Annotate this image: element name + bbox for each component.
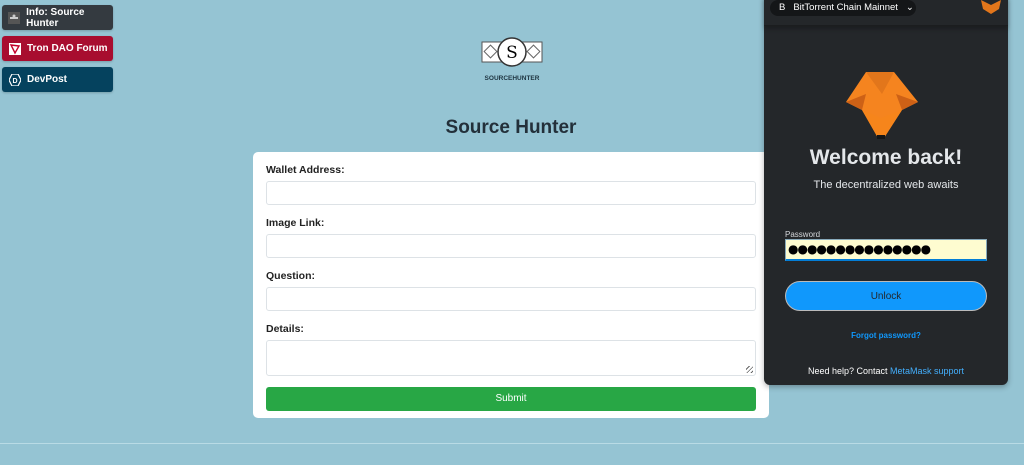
- password-label: Password: [785, 230, 821, 239]
- details-textarea[interactable]: [266, 340, 756, 376]
- metamask-header: B BitTorrent Chain Mainnet ⌄: [764, 0, 1008, 26]
- metamask-popup: B BitTorrent Chain Mainnet ⌄ Welcome bac…: [764, 0, 1008, 385]
- network-selector[interactable]: B BitTorrent Chain Mainnet ⌄: [770, 0, 916, 16]
- svg-text:S: S: [506, 43, 518, 63]
- details-label: Details:: [266, 323, 304, 335]
- info-source-hunter-button[interactable]: Info: Source Hunter: [2, 5, 113, 30]
- chevron-down-icon: ⌄: [905, 2, 914, 13]
- image-link-label: Image Link:: [266, 217, 325, 229]
- question-form: Wallet Address: Image Link: Question: De…: [253, 152, 769, 418]
- info-icon: [8, 11, 21, 24]
- welcome-heading: Welcome back!: [809, 146, 963, 169]
- devpost-label: DevPost: [27, 74, 68, 85]
- wallet-address-label: Wallet Address:: [266, 164, 345, 176]
- network-icon: B: [779, 2, 786, 13]
- footer-divider: [0, 443, 1024, 444]
- info-source-hunter-label: Info: Source Hunter: [26, 6, 85, 29]
- unlock-button[interactable]: Unlock: [785, 281, 987, 311]
- help-text: Need help? Contact MetaMask support: [764, 366, 1008, 376]
- wallet-address-input[interactable]: [266, 181, 756, 205]
- help-prefix: Need help? Contact: [807, 366, 891, 376]
- password-input[interactable]: ●●●●●●●●●●●●●●●: [785, 239, 987, 261]
- tron-dao-forum-label: Tron DAO Forum: [27, 43, 108, 54]
- metamask-fox-logo: [844, 72, 920, 145]
- submit-button[interactable]: Submit: [266, 386, 756, 411]
- question-label: Question:: [266, 270, 315, 282]
- image-link-input[interactable]: [266, 234, 756, 258]
- welcome-subtitle: The decentralized web awaits: [813, 179, 959, 191]
- network-name: BitTorrent Chain Mainnet: [793, 2, 898, 13]
- svg-text:D: D: [12, 78, 17, 85]
- question-input[interactable]: [266, 287, 756, 311]
- devpost-button[interactable]: D DevPost: [2, 67, 113, 92]
- svg-text:SOURCEHUNTER: SOURCEHUNTER: [485, 75, 540, 82]
- devpost-icon: D: [8, 73, 21, 86]
- metamask-support-link[interactable]: MetaMask support: [890, 366, 964, 376]
- page-title: Source Hunter: [445, 117, 577, 138]
- tron-dao-forum-button[interactable]: Tron DAO Forum: [2, 36, 113, 61]
- source-hunter-logo: S SOURCEHUNTER: [481, 36, 543, 89]
- tron-icon: [8, 42, 21, 55]
- forgot-password-link[interactable]: Forgot password?: [764, 331, 1008, 340]
- metamask-fox-icon[interactable]: [980, 0, 1002, 17]
